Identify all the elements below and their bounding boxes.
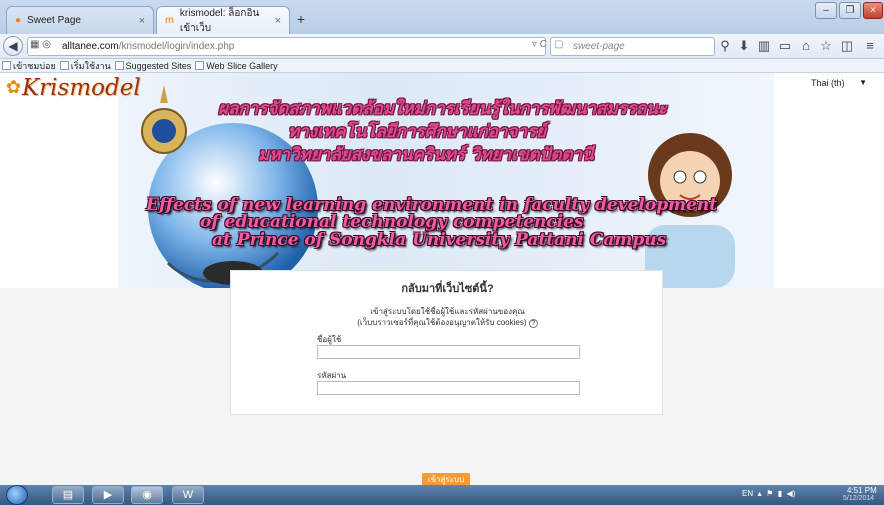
close-window-button[interactable]: × (863, 2, 883, 19)
bookmark-label: Suggested Sites (125, 60, 192, 71)
clock-time[interactable]: 4:51 PM (847, 486, 877, 495)
clock-date[interactable]: 5/12/2014 (843, 495, 874, 502)
sweet-page-favicon-icon: ● (15, 15, 22, 26)
tab-krismodel[interactable]: m krismodel: ล็อกอินเข้าเว็บ × (156, 6, 290, 34)
menu-icon[interactable]: ≡ (862, 38, 878, 54)
tab-close-icon[interactable]: × (139, 15, 145, 27)
bookmark-getting-started[interactable]: เริ่มใช้งาน (59, 59, 111, 73)
tab-label: krismodel: ล็อกอินเข้าเว็บ (179, 7, 260, 34)
site-identity-icon[interactable]: ▦ ◎ (30, 39, 51, 50)
english-title-line-3: at Prince of Songkla University Pattani … (212, 230, 667, 250)
bookmark-most-visited[interactable]: เข้าชมบ่อย (2, 59, 56, 73)
moodle-favicon-icon: m (165, 15, 174, 26)
search-input[interactable]: sweet-page (550, 37, 715, 56)
search-engine-icon[interactable]: ▢ (554, 39, 563, 50)
login-card: กลับมาที่เว็บไซต์นี้? เข้าสู่ระบบโดยใช้ช… (230, 270, 663, 415)
new-tab-button[interactable]: + (292, 12, 310, 28)
pocket-icon[interactable]: ◫ (839, 38, 855, 54)
bookmark-label: เริ่มใช้งาน (70, 60, 111, 71)
site-logo[interactable]: Krismodel (22, 75, 141, 101)
network-icon[interactable]: ▮ (775, 489, 782, 498)
explorer-taskbar-icon[interactable]: ▤ (52, 486, 84, 504)
university-crest-icon (141, 85, 187, 154)
username-input[interactable] (317, 345, 580, 359)
language-value: Thai (th) (811, 78, 845, 88)
cookies-text: (เว็บบราวเซอร์ที่คุณใช้ต้องอนุญาตให้รับ … (357, 318, 527, 327)
home-icon[interactable]: ⌂ (798, 38, 814, 54)
url-path: /krismodel/login/index.php (118, 41, 235, 52)
sidebar-icon[interactable]: ▭ (777, 38, 793, 54)
firefox-taskbar-icon[interactable]: ◉ (131, 486, 163, 504)
restore-button[interactable]: ❐ (839, 2, 861, 19)
media-player-taskbar-icon[interactable]: ▶ (92, 486, 124, 504)
thai-title-line-3: มหาวิทยาลัยสงขลานครินทร์ วิทยาเขตปัตตานี (258, 145, 594, 165)
cookies-notice: (เว็บบราวเซอร์ที่คุณใช้ต้องอนุญาตให้รับ … (231, 316, 664, 329)
login-title: กลับมาที่เว็บไซต์นี้? (401, 283, 494, 295)
tray-arrow-icon[interactable]: ▴ (755, 489, 763, 498)
language-indicator[interactable]: EN (742, 489, 753, 498)
bookmark-favicon-icon (59, 61, 69, 70)
chevron-down-icon: ▼ (859, 78, 867, 87)
bookmark-favicon-icon (114, 61, 124, 70)
bookmark-favicon-icon (2, 61, 11, 70)
language-select[interactable]: Thai (th) ▼ (811, 78, 869, 93)
site-banner: ผลการจัดสภาพแวดล้อมใหม่การเรียนรู้ในการพ… (0, 73, 884, 288)
tab-close-icon[interactable]: × (275, 15, 281, 27)
minimize-button[interactable]: – (815, 2, 837, 19)
download-icon[interactable]: ⬇ (736, 38, 752, 54)
word-taskbar-icon[interactable]: W (172, 486, 204, 504)
tab-label: Sweet Page (27, 15, 81, 26)
start-button-icon[interactable] (6, 485, 28, 505)
library-icon[interactable]: ▥ (756, 38, 772, 54)
password-input[interactable] (317, 381, 580, 395)
banner-background: ผลการจัดสภาพแวดล้อมใหม่การเรียนรู้ในการพ… (118, 73, 774, 288)
help-icon[interactable]: ? (528, 319, 538, 328)
volume-icon[interactable]: ◀) (784, 489, 796, 498)
url-host: alltanee.com (62, 41, 119, 52)
english-title-line-2: of educational technology competencies (200, 212, 584, 232)
bookmark-favicon-icon (195, 61, 205, 70)
reload-icon[interactable]: ▿ C (532, 39, 547, 50)
tab-sweet-page[interactable]: ● Sweet Page × (6, 6, 154, 34)
bookmark-suggested-sites[interactable]: Suggested Sites (114, 60, 192, 71)
flag-icon[interactable]: ⚑ (766, 489, 773, 498)
search-icon[interactable]: ⚲ (717, 38, 733, 54)
bookmark-web-slice-gallery[interactable]: Web Slice Gallery (195, 60, 278, 71)
bookmark-label: เข้าชมบ่อย (13, 60, 56, 71)
system-tray: EN ▴ ⚑ ▮ ◀) (742, 489, 795, 498)
bookmark-label: Web Slice Gallery (206, 60, 278, 71)
back-arrow-icon[interactable]: ◀ (3, 36, 23, 56)
bookmark-star-icon[interactable]: ☆ (818, 38, 834, 54)
search-placeholder: sweet-page (573, 41, 625, 52)
flower-logo-icon: ✿ (6, 77, 22, 97)
url-bar[interactable]: alltanee.com/krismodel/login/index.php (27, 37, 546, 56)
bookmarks-bar: เข้าชมบ่อย เริ่มใช้งาน Suggested Sites W… (0, 59, 884, 73)
